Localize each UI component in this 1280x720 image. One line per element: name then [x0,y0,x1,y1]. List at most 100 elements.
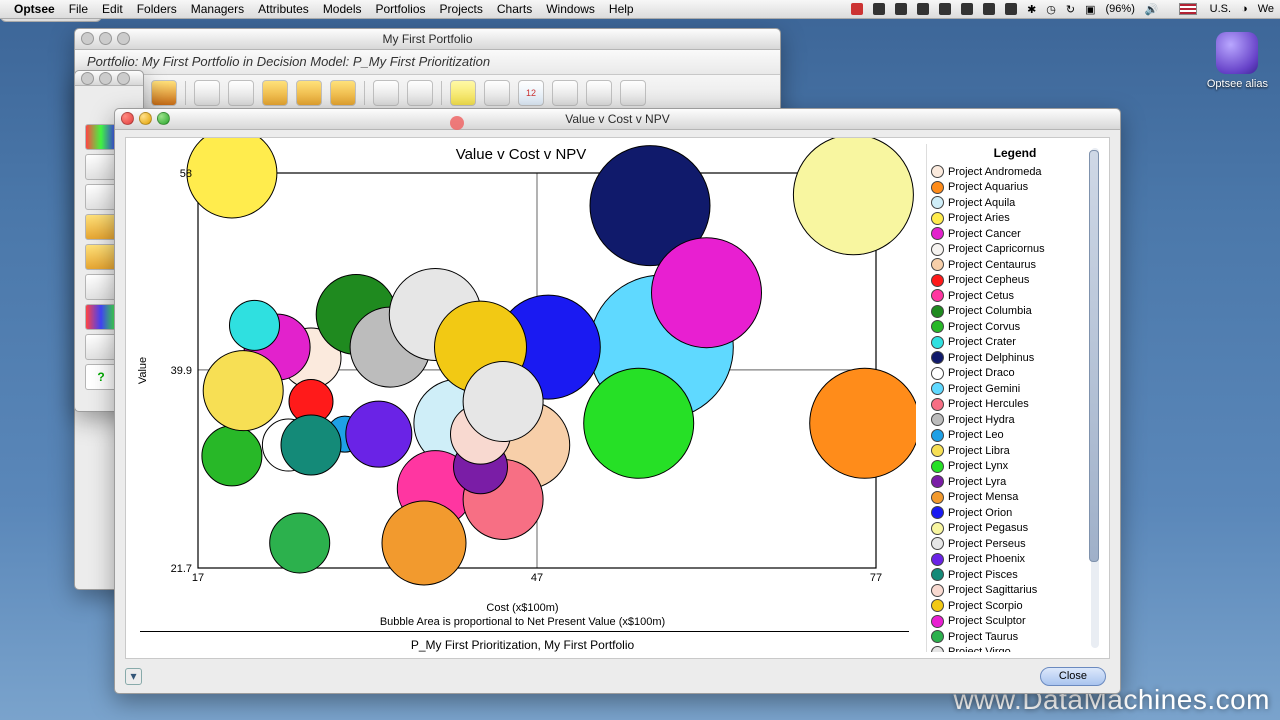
bubble[interactable] [793,138,913,255]
palette-icon[interactable] [85,274,117,300]
legend-item[interactable]: Project Centaurus [931,257,1099,273]
legend-item[interactable]: Project Aries [931,211,1099,227]
menu-models[interactable]: Models [323,2,362,16]
toolbar-icon[interactable] [586,80,612,106]
bubble[interactable] [281,415,341,475]
legend-item[interactable]: Project Pisces [931,567,1099,583]
legend-item[interactable]: Project Virgo [931,645,1099,653]
legend-item[interactable]: Project Draco [931,366,1099,382]
legend-item[interactable]: Project Aquila [931,195,1099,211]
toolbar-icon[interactable] [262,80,288,106]
palette-icon[interactable] [85,124,117,150]
menu-folders[interactable]: Folders [137,2,177,16]
legend-item[interactable]: Project Sculptor [931,614,1099,630]
bubble-chart[interactable]: 17477721.739.958Value [126,138,916,658]
toolbar-icon[interactable] [228,80,254,106]
legend-item[interactable]: Project Hercules [931,397,1099,413]
menu-attributes[interactable]: Attributes [258,2,309,16]
palette-icon[interactable] [85,184,117,210]
legend-scrollbar[interactable] [1091,148,1099,648]
menu-extra-icon[interactable] [873,3,885,15]
legend-item[interactable]: Project Hydra [931,412,1099,428]
menu-extra-icon[interactable] [917,3,929,15]
menu-help[interactable]: Help [609,2,634,16]
desktop-alias[interactable]: Optsee alias [1207,32,1268,90]
toolbar-icon[interactable] [620,80,646,106]
legend-item[interactable]: Project Capricornus [931,242,1099,258]
clock-icon[interactable]: ◷ [1046,3,1056,16]
legend-item[interactable]: Project Libra [931,443,1099,459]
close-icon[interactable] [121,112,134,125]
battery-icon[interactable]: ▣ [1085,3,1095,16]
palette-icon[interactable] [85,334,117,360]
toolbar-icon[interactable] [330,80,356,106]
toolbar-icon[interactable] [151,80,177,106]
legend-item[interactable]: Project Delphinus [931,350,1099,366]
bubble[interactable] [382,501,466,585]
disclosure-button[interactable]: ▾ [125,668,142,685]
menu-managers[interactable]: Managers [191,2,244,16]
palette-icon[interactable] [85,244,117,270]
bubble[interactable] [187,138,277,218]
input-lang[interactable]: U.S. [1169,3,1231,15]
bluetooth-icon[interactable]: ✱ [1027,3,1036,16]
legend-item[interactable]: Project Cancer [931,226,1099,242]
bubble[interactable] [652,238,762,348]
toolbar-icon[interactable] [194,80,220,106]
legend-item[interactable]: Project Lynx [931,459,1099,475]
toolbar-icon[interactable] [407,80,433,106]
legend-item[interactable]: Project Mensa [931,490,1099,506]
bubble[interactable] [203,351,283,431]
legend-item[interactable]: Project Taurus [931,629,1099,645]
menu-extra-icon[interactable] [983,3,995,15]
minimize-icon[interactable] [139,112,152,125]
menu-extra-icon[interactable] [1005,3,1017,15]
traffic-lights[interactable] [81,32,130,45]
menu-extra-icon[interactable] [939,3,951,15]
menu-windows[interactable]: Windows [546,2,595,16]
menu-extra-icon[interactable] [851,3,863,15]
bubble[interactable] [463,362,543,442]
bubble[interactable] [810,368,916,478]
legend-item[interactable]: Project Perseus [931,536,1099,552]
bubble[interactable] [346,401,412,467]
toolbar-calendar-icon[interactable]: 12 [518,80,544,106]
legend-item[interactable]: Project Sagittarius [931,583,1099,599]
legend-item[interactable]: Project Aquarius [931,180,1099,196]
app-name[interactable]: Optsee [14,2,55,16]
menu-extra-icon[interactable] [961,3,973,15]
legend-item[interactable]: Project Pegasus [931,521,1099,537]
portfolio-titlebar[interactable]: My First Portfolio [75,29,780,50]
menu-file[interactable]: File [69,2,88,16]
legend-item[interactable]: Project Crater [931,335,1099,351]
menu-projects[interactable]: Projects [440,2,483,16]
menu-extra-icon[interactable] [895,3,907,15]
legend-item[interactable]: Project Phoenix [931,552,1099,568]
wifi-icon[interactable]: ◑ [1241,3,1248,15]
toolbar-icon[interactable] [450,80,476,106]
legend-item[interactable]: Project Cepheus [931,273,1099,289]
palette-help-icon[interactable]: ? [85,364,117,390]
toolbar-icon[interactable] [296,80,322,106]
palette-icon[interactable] [85,214,117,240]
legend-item[interactable]: Project Columbia [931,304,1099,320]
legend-item[interactable]: Project Leo [931,428,1099,444]
toolbar-icon[interactable] [552,80,578,106]
legend-scroll-thumb[interactable] [1089,150,1099,562]
bubble[interactable] [270,513,330,573]
palette-icon[interactable] [85,304,117,330]
legend-item[interactable]: Project Andromeda [931,164,1099,180]
toolbar-icon[interactable] [373,80,399,106]
chart-titlebar[interactable]: Value v Cost v NPV [115,109,1120,130]
legend-item[interactable]: Project Cetus [931,288,1099,304]
legend-item[interactable]: Project Scorpio [931,598,1099,614]
close-button[interactable]: Close [1040,667,1106,686]
menu-charts[interactable]: Charts [497,2,532,16]
menu-portfolios[interactable]: Portfolios [376,2,426,16]
toolbar-icon[interactable] [484,80,510,106]
zoom-icon[interactable] [157,112,170,125]
bubble[interactable] [584,368,694,478]
bubble[interactable] [230,300,280,350]
menu-edit[interactable]: Edit [102,2,123,16]
bubble[interactable] [202,426,262,486]
